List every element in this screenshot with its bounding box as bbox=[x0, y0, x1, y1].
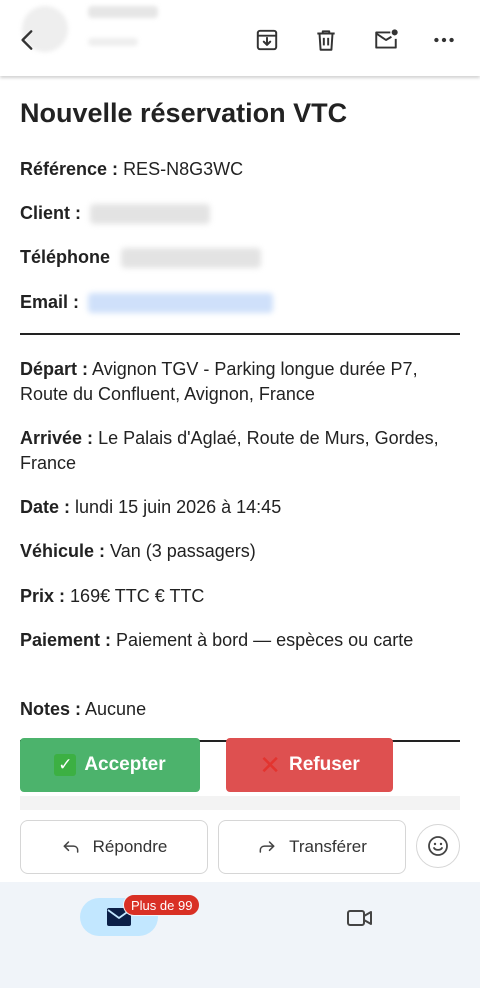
date-value: lundi 15 juin 2026 à 14:45 bbox=[75, 497, 282, 517]
depart-row: Départ : Avignon TGV - Parking longue du… bbox=[20, 357, 460, 407]
emoji-reaction-button[interactable] bbox=[416, 824, 460, 868]
prix-label: Prix : bbox=[20, 586, 66, 606]
video-camera-icon bbox=[347, 910, 372, 926]
mark-unread-icon bbox=[375, 29, 398, 49]
top-toolbar bbox=[0, 0, 480, 76]
bottom-navigation: Plus de 99 bbox=[0, 882, 480, 988]
reply-button[interactable]: Répondre bbox=[20, 820, 208, 874]
date-label: Date : bbox=[20, 497, 71, 517]
vehicule-label: Véhicule : bbox=[20, 541, 106, 561]
client-row: Client : bbox=[20, 201, 460, 226]
sender-name-obscured bbox=[88, 6, 158, 18]
back-button[interactable] bbox=[10, 22, 46, 58]
check-mark-icon: ✓ bbox=[54, 754, 77, 776]
mark-unread-button[interactable] bbox=[368, 22, 404, 58]
reference-value: RES-N8G3WC bbox=[123, 159, 244, 179]
refuse-label: Refuser bbox=[289, 754, 360, 775]
more-options-button[interactable] bbox=[426, 22, 462, 58]
email-link-obscured[interactable] bbox=[88, 293, 274, 314]
forward-label: Transférer bbox=[289, 837, 367, 856]
vehicule-row: Véhicule : Van (3 passagers) bbox=[20, 539, 460, 564]
notes-label: Notes : bbox=[20, 699, 82, 719]
arrivee-row: Arrivée : Le Palais d'Aglaé, Route de Mu… bbox=[20, 426, 460, 476]
more-horizontal-icon bbox=[434, 37, 454, 43]
client-value-obscured bbox=[90, 204, 211, 225]
delete-button[interactable] bbox=[308, 22, 344, 58]
paiement-value: Paiement à bord — espèces ou carte bbox=[116, 630, 414, 650]
refuse-button[interactable]: ✕ Refuser bbox=[226, 738, 393, 792]
date-row: Date : lundi 15 juin 2026 à 14:45 bbox=[20, 495, 460, 520]
telephone-row: Téléphone bbox=[20, 245, 460, 270]
email-label: Email : bbox=[20, 292, 80, 312]
telephone-value-obscured bbox=[121, 248, 262, 269]
email-title: Nouvelle réservation VTC bbox=[20, 98, 348, 128]
paiement-label: Paiement : bbox=[20, 630, 112, 650]
reference-row: Référence : RES-N8G3WC bbox=[20, 157, 460, 182]
archive-button[interactable] bbox=[249, 22, 285, 58]
quoted-content-strip bbox=[20, 796, 460, 810]
notes-value: Aucune bbox=[85, 699, 147, 719]
reference-label: Référence : bbox=[20, 159, 119, 179]
depart-label: Départ : bbox=[20, 359, 89, 379]
separator bbox=[20, 333, 460, 335]
reply-icon bbox=[63, 841, 79, 853]
arrow-back-icon bbox=[21, 30, 33, 50]
cross-mark-icon: ✕ bbox=[259, 750, 282, 780]
unread-count-badge: Plus de 99 bbox=[123, 894, 201, 916]
accept-button[interactable]: ✓ Accepter bbox=[20, 738, 200, 792]
trash-icon bbox=[317, 30, 335, 51]
reply-label: Répondre bbox=[92, 837, 168, 856]
sender-detail-obscured bbox=[88, 38, 138, 46]
vehicule-value: Van (3 passagers) bbox=[110, 541, 256, 561]
arrivee-label: Arrivée : bbox=[20, 428, 94, 448]
prix-value: 169€ TTC € TTC bbox=[70, 586, 205, 606]
paiement-row: Paiement : Paiement à bord — espèces ou … bbox=[20, 628, 460, 653]
telephone-label: Téléphone bbox=[20, 247, 111, 267]
client-label: Client : bbox=[20, 203, 81, 223]
accept-label: Accepter bbox=[84, 754, 166, 775]
email-row: Email : bbox=[20, 290, 460, 315]
notes-row: Notes : Aucune bbox=[20, 697, 460, 722]
prix-row: Prix : 169€ TTC € TTC bbox=[20, 584, 460, 609]
archive-icon bbox=[256, 29, 278, 51]
smiley-icon bbox=[428, 836, 448, 856]
forward-button[interactable]: Transférer bbox=[218, 820, 406, 874]
forward-icon bbox=[259, 841, 275, 853]
meet-tab[interactable] bbox=[346, 904, 374, 932]
